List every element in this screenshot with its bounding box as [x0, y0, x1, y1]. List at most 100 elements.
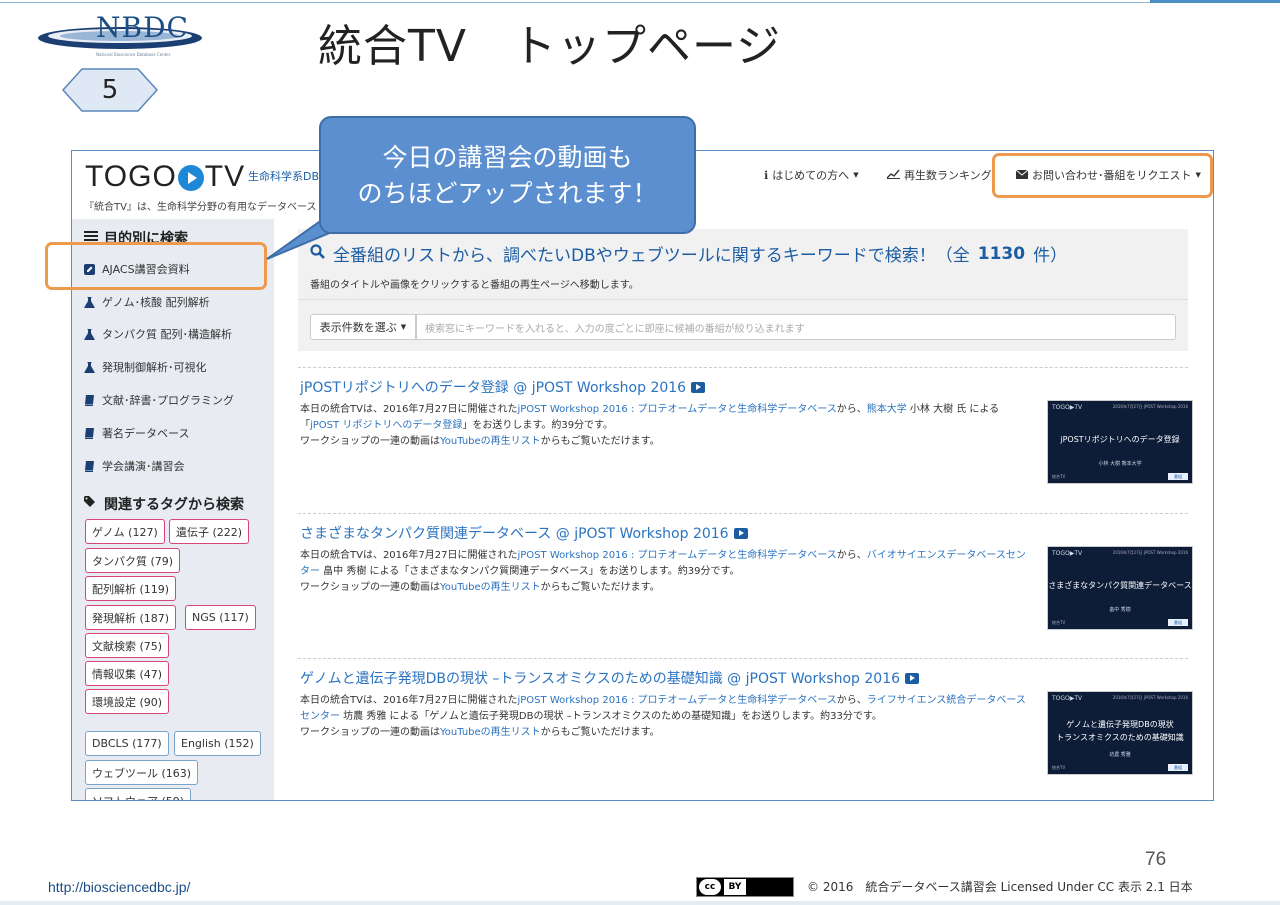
per-page-label: 表示件数を選ぶ [319, 321, 397, 334]
caret-down-icon: ▼ [853, 171, 859, 179]
tag-software[interactable]: ソフトウェア (59) [85, 788, 192, 800]
tag-environment[interactable]: 環境設定 (90) [85, 689, 170, 714]
tag-ngs[interactable]: NGS (117) [185, 605, 256, 630]
program-description: 本日の統合TVは、2016年7月27日に開催されたjPOST Workshop … [300, 402, 1030, 450]
search-input[interactable]: 検索窓にキーワードを入れると、入力の度ごとに即座に候補の番組が絞り込まれます [416, 314, 1176, 340]
tag-heading: 関連するタグから検索 [84, 494, 244, 514]
event-link[interactable]: jPOST Workshop 2016 : プロテオームデータと生命科学データベ… [518, 695, 837, 706]
thumb-speaker: 畠中 秀樹 [1109, 607, 1131, 613]
talk-link[interactable]: jPOST リポジトリへのデータ登録 [310, 420, 462, 431]
footer-url[interactable]: http://biosciencedbc.jp/ [48, 879, 190, 895]
page-number: 76 [1145, 849, 1167, 870]
nav-ranking[interactable]: 再生数ランキング [886, 167, 992, 183]
tag-protein[interactable]: タンパク質 (79) [85, 548, 181, 573]
body-text: 本日の統合TVは、2016年7月27日に開催された [300, 550, 518, 561]
tags-icon [84, 496, 98, 512]
book-icon [84, 460, 95, 472]
slide-number: 5 [101, 75, 119, 105]
nav-beginners[interactable]: ℹ はじめての方へ ▼ [764, 167, 859, 183]
tag-info[interactable]: 情報収集 (47) [85, 661, 170, 686]
callout-line1: 今日の講習会の動画も [382, 143, 633, 172]
body-text: ワークショップの一連の動画は [300, 436, 440, 447]
youtube-playlist-link[interactable]: YouTubeの再生リスト [440, 582, 541, 593]
togotv-logo[interactable]: TOGO TV [85, 160, 245, 194]
program-separator [298, 513, 1188, 514]
thumb-title: jPOSTリポジトリへのデータ登録 [1060, 435, 1180, 444]
search-title-prefix: 全番組のリストから、調べたいDBやウェブツールに関するキーワードで検索！（全 [333, 246, 970, 266]
slide-top-rule [0, 2, 1280, 3]
callout-line2: のちほどアップされます！ [357, 179, 658, 208]
sidebar-item-lectures[interactable]: 学会講演･講習会 [84, 458, 185, 474]
slide-number-badge: 5 [61, 68, 159, 112]
thumb-title: ゲノムと遺伝子発現DBの現状 トランスオミクスのための基礎知識 [1056, 720, 1184, 742]
body-text: ワークショップの一連の動画は [300, 582, 440, 593]
tag-dbcls[interactable]: DBCLS (177) [85, 731, 169, 756]
youtube-playlist-link[interactable]: YouTubeの再生リスト [440, 727, 541, 738]
tag-heading-label: 関連するタグから検索 [104, 497, 244, 513]
program-title[interactable]: ゲノムと遺伝子発現DBの現状 –トランスオミクスのための基礎知識 @ jPOST… [300, 668, 920, 688]
cc-badge-cc: cc [699, 879, 721, 895]
sidebar-item-expression[interactable]: 発現制御解析･可視化 [84, 359, 207, 375]
program-title[interactable]: さまざまなタンパク質関連データベース @ jPOST Workshop 2016 [300, 523, 748, 543]
book-icon [84, 427, 95, 439]
main-content: 全番組のリストから、調べたいDBやウェブツールに関するキーワードで検索！（全 1… [274, 219, 1213, 800]
cc-badge-by: BY [724, 879, 746, 895]
sidebar-item-literature[interactable]: 文献･辞書･プログラミング [84, 392, 234, 408]
body-text: ワークショップの一連の動画は [300, 727, 440, 738]
program-item: さまざまなタンパク質関連データベース @ jPOST Workshop 2016… [298, 513, 1193, 653]
thumb-brand-tag: 統合TV [1052, 474, 1066, 479]
flask-icon [84, 328, 95, 340]
book-icon [84, 394, 95, 406]
tag-expression[interactable]: 発現解析 (187) [85, 605, 177, 630]
togotv-description: 『統合TV』は、生命科学分野の有用なデータベース [84, 202, 317, 213]
event-link[interactable]: jPOST Workshop 2016 : プロテオームデータと生命科学データベ… [518, 404, 837, 415]
body-text: からもご覧いただけます。 [540, 582, 660, 593]
tag-gene[interactable]: 遺伝子 (222) [169, 519, 250, 544]
program-thumbnail[interactable]: TOGO▶TV 2016年7月27日 jPOST Workshop 2016 j… [1047, 400, 1193, 484]
per-page-dropdown[interactable]: 表示件数を選ぶ ▼ [310, 314, 416, 340]
tag-literature[interactable]: 文献検索 (75) [85, 633, 170, 658]
slide-top-accent [1150, 0, 1280, 3]
sidebar-item-protein[interactable]: タンパク質 配列･構造解析 [84, 326, 232, 342]
search-note: 番組のタイトルや画像をクリックすると番組の再生ページへ移動します。 [310, 280, 639, 291]
program-separator [298, 367, 1188, 368]
togotv-logo-tv: TV [204, 160, 246, 193]
search-title-suffix: 件） [1033, 246, 1068, 266]
thumb-brand: TOGO▶TV [1052, 695, 1083, 702]
tag-genome[interactable]: ゲノム (127) [85, 519, 165, 544]
program-title[interactable]: jPOSTリポジトリへのデータ登録 @ jPOST Workshop 2016 [300, 377, 706, 397]
tag-sequence[interactable]: 配列解析 (119) [85, 576, 177, 601]
slide-bottom-rule [0, 901, 1280, 905]
program-thumbnail[interactable]: TOGO▶TV 2016年7月27日 jPOST Workshop 2016 さ… [1047, 546, 1193, 630]
contact-highlight [992, 153, 1213, 198]
program-item: ゲノムと遺伝子発現DBの現状 –トランスオミクスのための基礎知識 @ jPOST… [298, 658, 1193, 798]
togotv-logo-text: TOGO [85, 160, 177, 193]
sidebar-item-databases[interactable]: 著名データベース [84, 425, 189, 441]
body-text: 畠中 秀樹 による「さまざまなタンパク質関連データベース」をお送りします。約39… [320, 566, 740, 577]
thumb-speaker: 坊農 秀雅 [1109, 752, 1131, 758]
body-text: から、 [836, 550, 867, 561]
callout-bubble: 今日の講習会の動画も のちほどアップされます！ [319, 116, 696, 234]
body-text: から、 [836, 404, 867, 415]
youtube-playlist-link[interactable]: YouTubeの再生リスト [440, 436, 541, 447]
flask-icon [84, 296, 95, 308]
thumb-badge: 番組 [1168, 619, 1188, 626]
footer-license: © 2016 統合データベース講習会 Licensed Under CC 表示 … [807, 880, 1193, 894]
sidebar-item-genome[interactable]: ゲノム･核酸 配列解析 [84, 294, 210, 310]
body-text: からもご覧いただけます。 [540, 727, 660, 738]
tag-english[interactable]: English (152) [174, 731, 261, 756]
video-icon [733, 527, 748, 539]
ajacs-highlight [45, 242, 267, 290]
body-text: からもご覧いただけます。 [540, 436, 660, 447]
search-total: 1130 [977, 243, 1026, 264]
program-title-text: さまざまなタンパク質関連データベース @ jPOST Workshop 2016 [300, 526, 729, 542]
search-title: 全番組のリストから、調べたいDBやウェブツールに関するキーワードで検索！（全 1… [310, 241, 1067, 266]
organization-link[interactable]: 熊本大学 [867, 404, 907, 415]
event-link[interactable]: jPOST Workshop 2016 : プロテオームデータと生命科学データベ… [518, 550, 837, 561]
body-text: 本日の統合TVは、2016年7月27日に開催された [300, 695, 518, 706]
search-divider [298, 299, 1188, 300]
tag-webtool[interactable]: ウェブツール (163) [85, 760, 199, 785]
thumb-speaker: 小林 大樹 熊本大学 [1098, 461, 1142, 467]
program-thumbnail[interactable]: TOGO▶TV 2016年7月27日 jPOST Workshop 2016 ゲ… [1047, 691, 1193, 775]
thumb-brand-tag: 統合TV [1052, 620, 1066, 625]
